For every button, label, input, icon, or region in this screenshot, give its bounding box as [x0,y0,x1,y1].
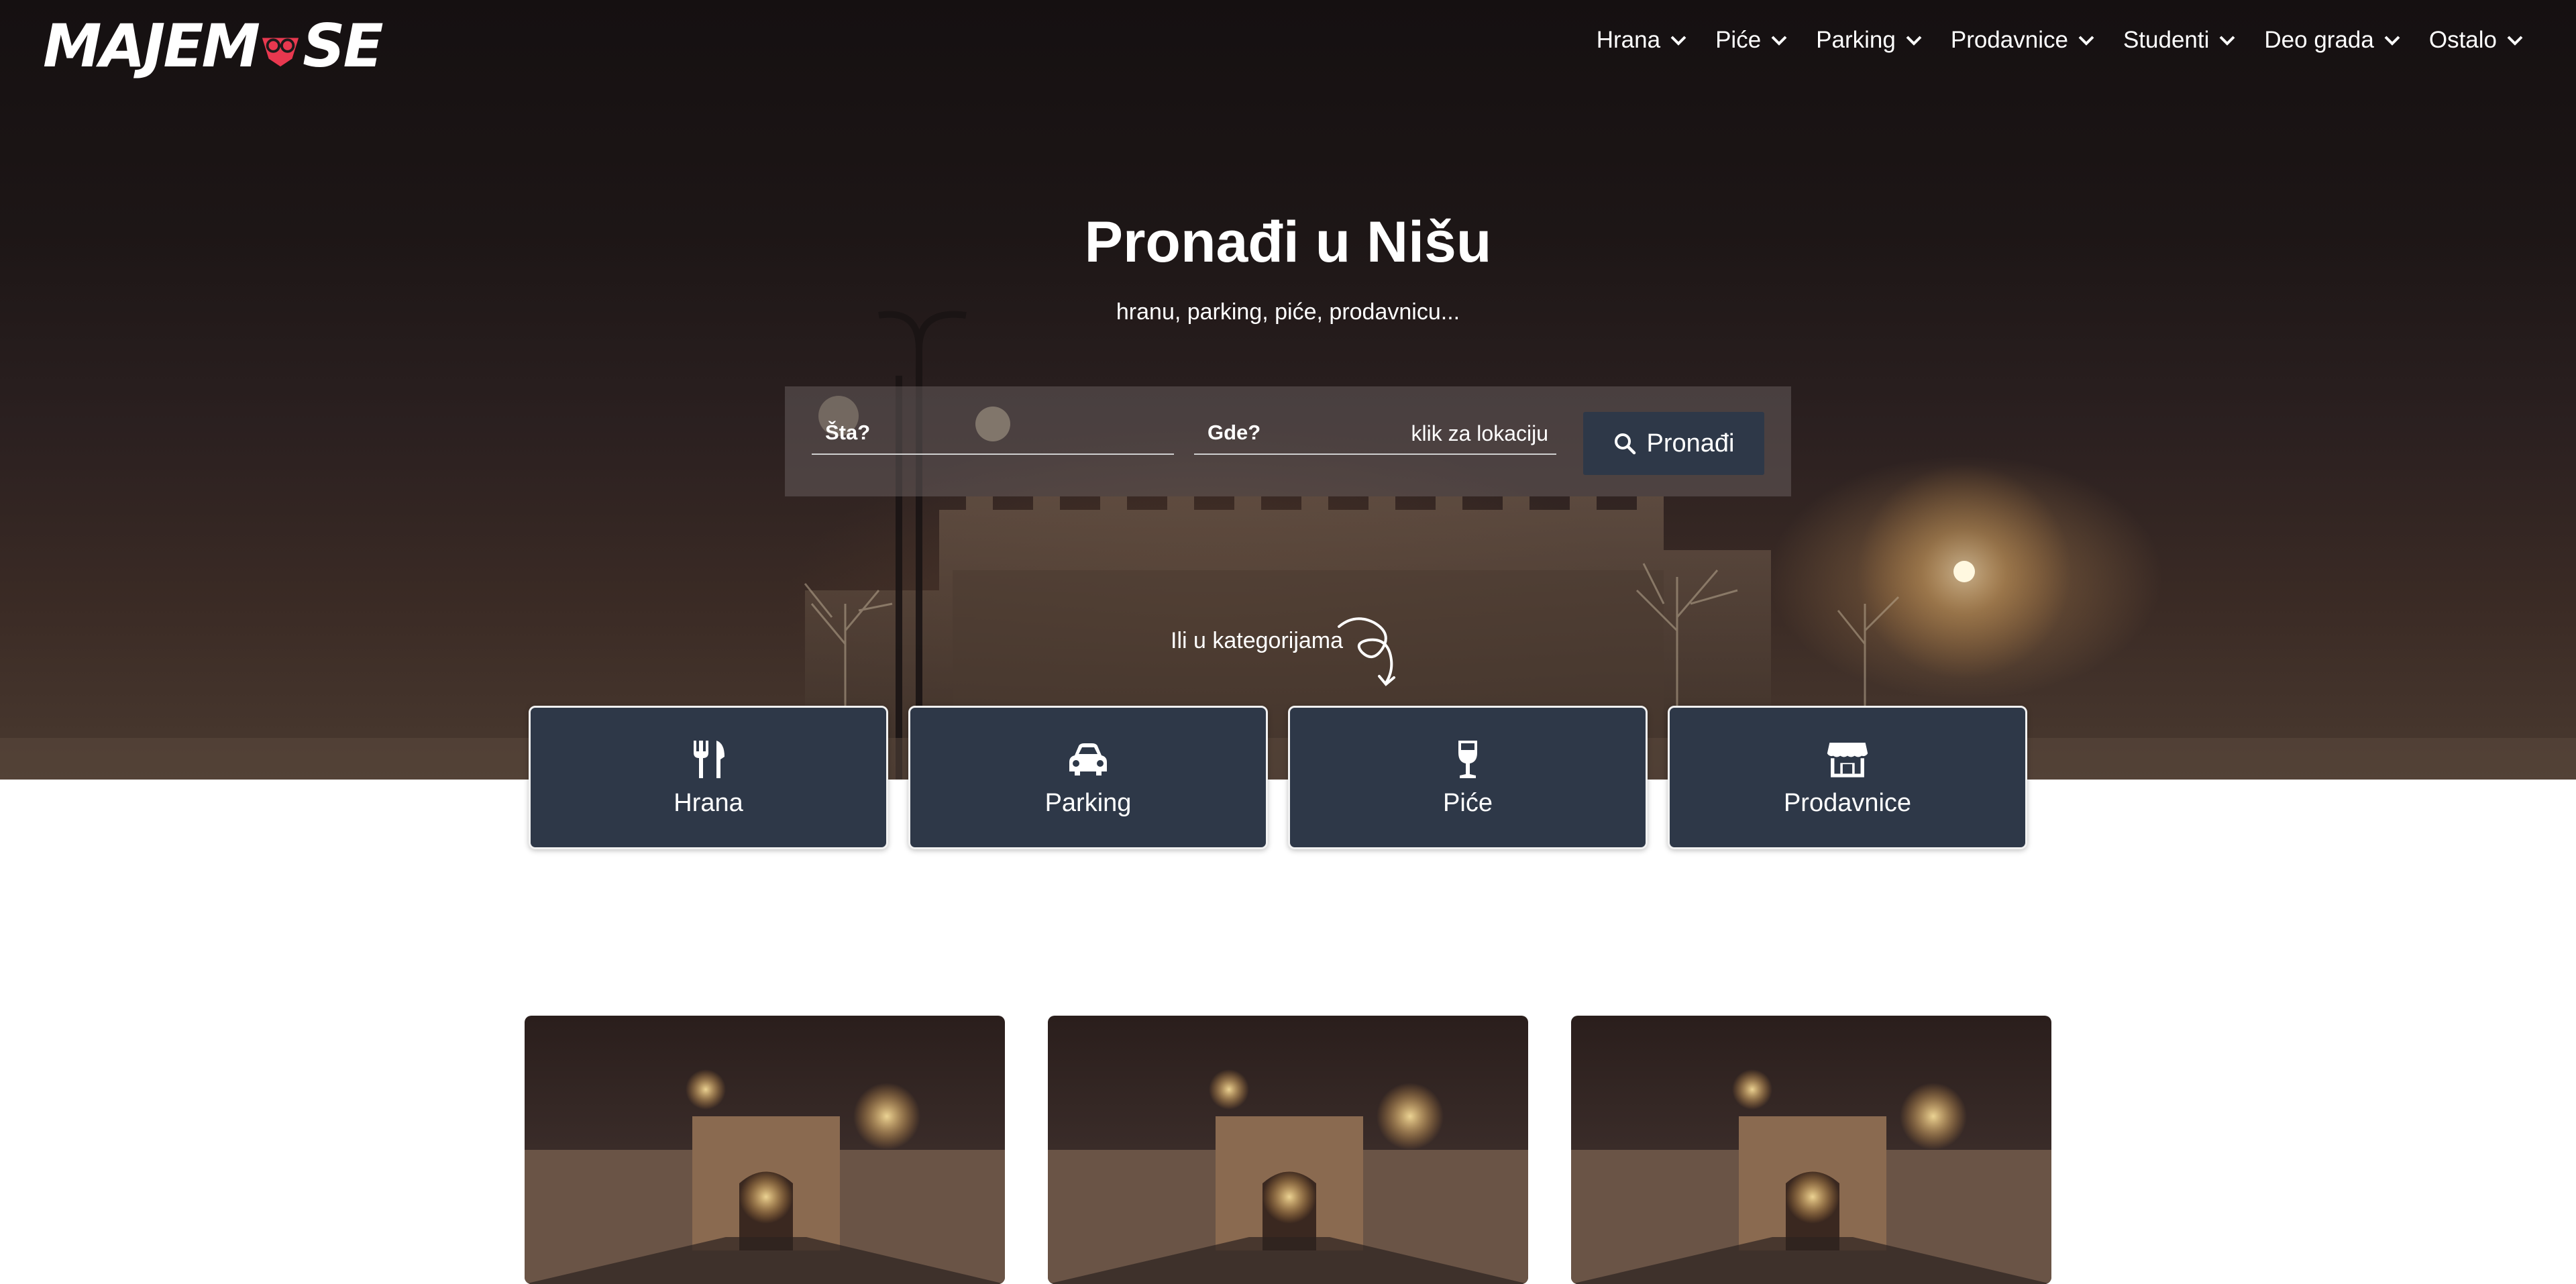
chevron-down-icon [1670,36,1686,46]
nav-item-label: Ostalo [2428,27,2497,53]
what-search-input[interactable] [812,412,1174,453]
page-title: Pronađi u Nišu [1084,210,1492,274]
what-field-wrapper [812,412,1174,455]
search-button[interactable]: Pronađi [1583,412,1764,475]
hero-section: MAJEM SE Hrana Piće Parking Prodavnice S… [0,0,2576,780]
store-icon [1827,742,1868,778]
nav-item-label: Studenti [2123,27,2210,53]
chevron-down-icon [1771,36,1787,46]
category-cards: Hrana Parking Piće Prodavnice [529,706,2027,849]
nav-item-hrana[interactable]: Hrana [1597,27,1687,54]
curved-arrow-icon [1338,617,1395,686]
where-field-wrapper: klik za lokaciju [1194,412,1556,455]
nav-item-prodavnice[interactable]: Prodavnice [1951,27,2095,54]
featured-card[interactable] [1048,1016,1528,1284]
main-nav: Hrana Piće Parking Prodavnice Studenti D… [1597,27,2524,54]
chevron-down-icon [2078,36,2094,46]
category-label: Hrana [674,788,743,817]
fortress-gate-image [525,1016,1005,1284]
mask-icon [262,38,299,67]
search-icon [1614,433,1635,455]
nav-item-label: Parking [1816,27,1896,53]
chevron-down-icon [1906,36,1922,46]
nav-item-label: Deo grada [2264,27,2374,53]
chevron-down-icon [2384,36,2400,46]
nav-item-deo-grada[interactable]: Deo grada [2264,27,2400,54]
search-button-label: Pronađi [1646,429,1735,458]
site-logo[interactable]: MAJEM SE [43,11,384,81]
fortress-gate-image [1571,1016,2051,1284]
search-panel: klik za lokaciju Pronađi [785,386,1791,496]
featured-card[interactable] [1571,1016,2051,1284]
chevron-down-icon [2219,36,2235,46]
nav-item-pice[interactable]: Piće [1715,27,1788,54]
featured-card[interactable] [525,1016,1005,1284]
featured-cards [525,1016,2051,1284]
category-card-prodavnice[interactable]: Prodavnice [1668,706,2027,849]
category-card-pice[interactable]: Piće [1288,706,1648,849]
category-label: Piće [1443,788,1493,817]
nav-item-parking[interactable]: Parking [1816,27,1923,54]
fortress-gate-image [1048,1016,1528,1284]
utensils-icon [694,740,724,778]
nav-item-ostalo[interactable]: Ostalo [2429,27,2524,54]
category-card-parking[interactable]: Parking [908,706,1268,849]
nav-item-label: Prodavnice [1950,27,2068,53]
chevron-down-icon [2507,36,2523,46]
page-subtitle: hranu, parking, piće, prodavnicu... [1116,299,1460,325]
nav-item-label: Hrana [1596,27,1661,53]
location-hint-link[interactable]: klik za lokaciju [1411,421,1548,446]
categories-prompt: Ili u kategorijama [1171,628,1344,653]
wine-glass-icon [1458,740,1477,778]
category-label: Parking [1044,788,1132,817]
nav-item-studenti[interactable]: Studenti [2123,27,2236,54]
nav-item-label: Piće [1715,27,1762,53]
category-label: Prodavnice [1783,788,1912,817]
car-icon [1069,743,1107,775]
category-card-hrana[interactable]: Hrana [529,706,888,849]
